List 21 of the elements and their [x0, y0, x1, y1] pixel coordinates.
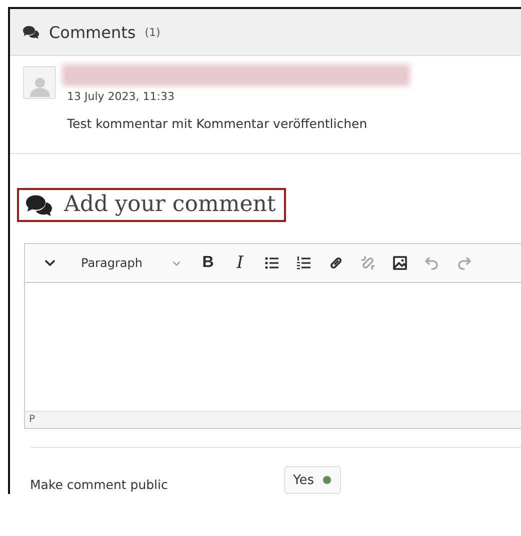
comments-title: Comments — [49, 22, 136, 42]
element-path: P — [25, 411, 521, 428]
comment-text: Test kommentar mit Kommentar veröffentlichen — [67, 116, 368, 131]
broken-link-icon — [360, 255, 376, 272]
redo-arrow-icon — [456, 255, 472, 272]
public-toggle[interactable]: Yes — [284, 466, 341, 494]
status-dot-icon — [323, 476, 331, 484]
rich-text-editor[interactable]: Paragraph B I P — [24, 243, 521, 430]
comment-date: 13 July 2023, 11:33 — [67, 90, 176, 103]
link-icon — [328, 255, 344, 272]
add-comment-heading: Add your comment — [17, 188, 286, 222]
comment-count: (1) — [144, 26, 160, 38]
undo-arrow-icon — [424, 255, 440, 272]
setting-label: Make comment public — [30, 476, 169, 492]
italic-button[interactable]: I — [225, 248, 255, 278]
bold-button[interactable]: B — [193, 248, 223, 278]
image-icon — [392, 255, 408, 272]
bullet-list-icon — [264, 255, 280, 272]
chat-bubbles-icon — [22, 24, 40, 40]
paragraph-dropdown[interactable]: Paragraph — [67, 248, 191, 278]
numbered-list-icon — [296, 255, 312, 272]
